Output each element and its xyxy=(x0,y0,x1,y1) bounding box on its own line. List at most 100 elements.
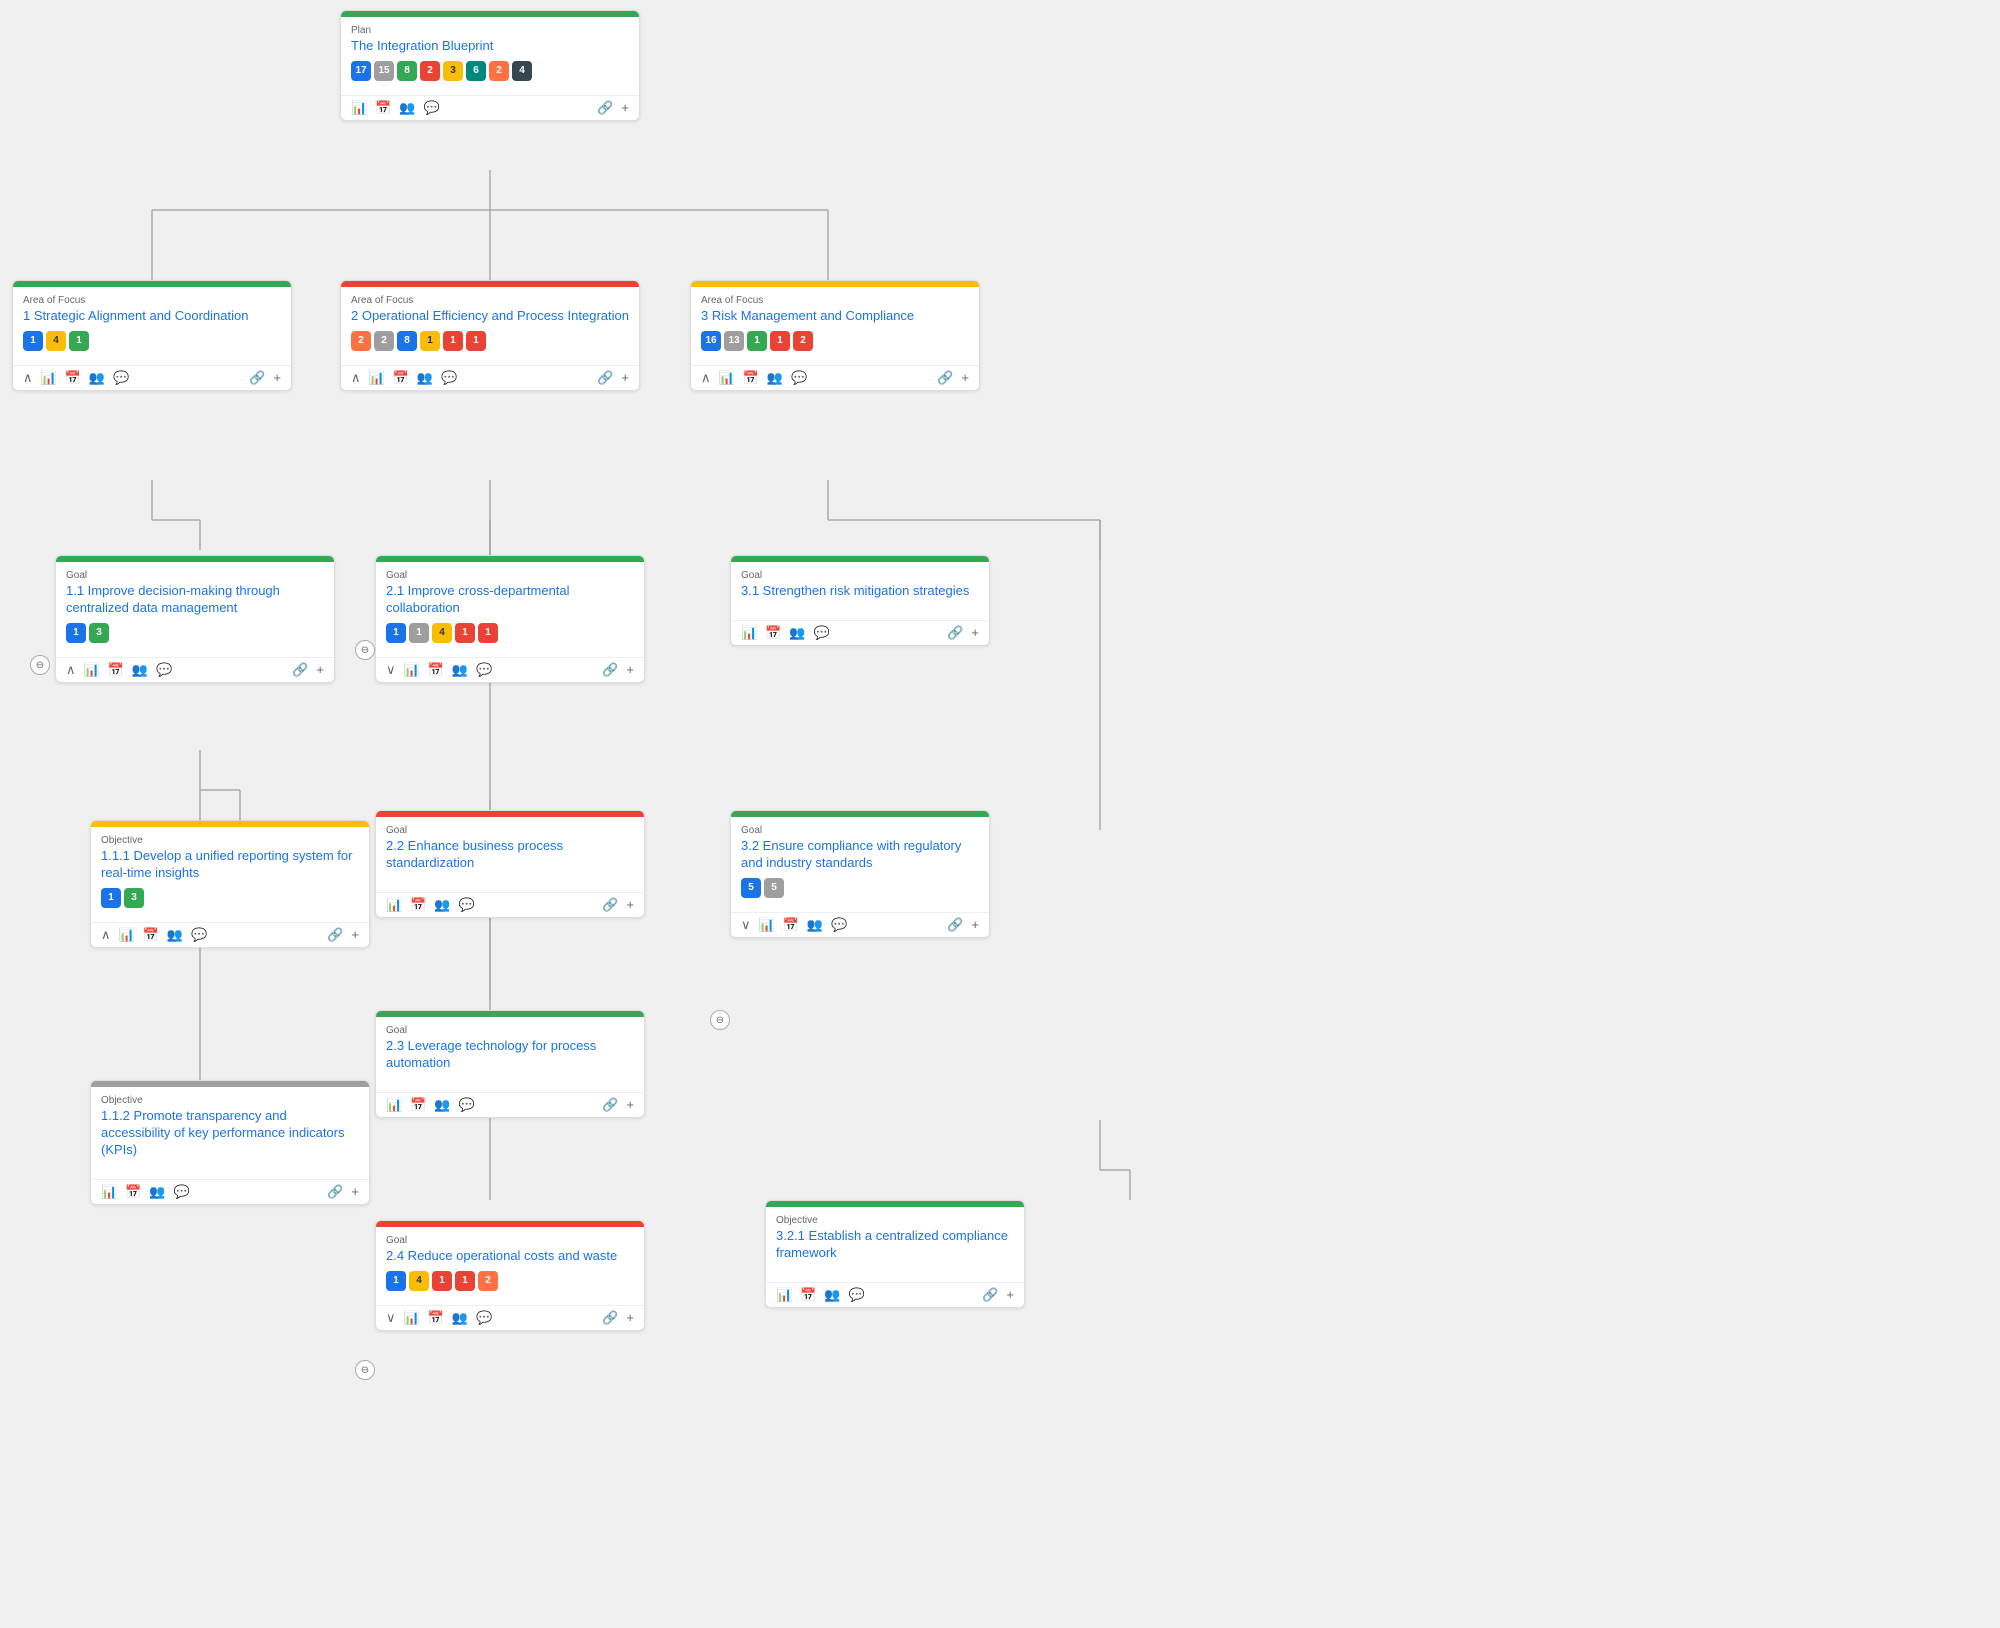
obj321-people-icon[interactable]: 👥 xyxy=(824,1287,840,1303)
obj112-people-icon[interactable]: 👥 xyxy=(149,1184,165,1200)
area2-chart-icon[interactable]: 📊 xyxy=(369,370,385,386)
goal21-chart-icon[interactable]: 📊 xyxy=(404,662,420,678)
goal11-people-icon[interactable]: 👥 xyxy=(132,662,148,678)
goal11-collapse[interactable]: ⊖ xyxy=(30,655,50,675)
goal24-chat-icon[interactable]: 💬 xyxy=(476,1310,492,1326)
goal22-calendar-icon[interactable]: 📅 xyxy=(410,897,426,913)
goal22-people-icon[interactable]: 👥 xyxy=(434,897,450,913)
area2-link-icon[interactable]: 🔗 xyxy=(597,370,613,386)
people-icon[interactable]: 👥 xyxy=(399,100,415,116)
goal24-people-icon[interactable]: 👥 xyxy=(452,1310,468,1326)
obj111-chart-icon[interactable]: 📊 xyxy=(119,927,135,943)
goal31-chat-icon[interactable]: 💬 xyxy=(814,625,830,641)
add-icon[interactable]: + xyxy=(621,100,629,115)
area1-add-icon[interactable]: + xyxy=(273,370,281,385)
obj112-title[interactable]: 1.1.2 Promote transparency and accessibi… xyxy=(101,1108,359,1159)
link-icon[interactable]: 🔗 xyxy=(597,100,613,116)
area1-calendar-icon[interactable]: 📅 xyxy=(65,370,81,386)
area3-add-icon[interactable]: + xyxy=(961,370,969,385)
goal11-add-icon[interactable]: + xyxy=(316,662,324,677)
area2-title[interactable]: 2 Operational Efficiency and Process Int… xyxy=(351,308,629,325)
goal21-link-icon[interactable]: 🔗 xyxy=(602,662,618,678)
goal31-chart-icon[interactable]: 📊 xyxy=(741,625,757,641)
goal23-link-icon[interactable]: 🔗 xyxy=(602,1097,618,1113)
goal23-calendar-icon[interactable]: 📅 xyxy=(410,1097,426,1113)
goal24-collapse[interactable]: ⊖ xyxy=(355,1360,375,1380)
area1-link-icon[interactable]: 🔗 xyxy=(249,370,265,386)
obj321-title[interactable]: 3.2.1 Establish a centralized compliance… xyxy=(776,1228,1014,1262)
area2-calendar-icon[interactable]: 📅 xyxy=(393,370,409,386)
chat-icon[interactable]: 💬 xyxy=(424,100,440,116)
goal32-calendar-icon[interactable]: 📅 xyxy=(783,917,799,933)
area2-add-icon[interactable]: + xyxy=(621,370,629,385)
goal11-link-icon[interactable]: 🔗 xyxy=(292,662,308,678)
goal22-link-icon[interactable]: 🔗 xyxy=(602,897,618,913)
obj111-chat-icon[interactable]: 💬 xyxy=(191,927,207,943)
obj321-chart-icon[interactable]: 📊 xyxy=(776,1287,792,1303)
goal24-calendar-icon[interactable]: 📅 xyxy=(428,1310,444,1326)
chart-icon[interactable]: 📊 xyxy=(351,100,367,116)
goal24-link-icon[interactable]: 🔗 xyxy=(602,1310,618,1326)
obj111-title[interactable]: 1.1.1 Develop a unified reporting system… xyxy=(101,848,359,882)
area2-chat-icon[interactable]: 💬 xyxy=(441,370,457,386)
goal21-collapse[interactable]: ⊖ xyxy=(355,640,375,660)
goal32-link-icon[interactable]: 🔗 xyxy=(947,917,963,933)
area3-link-icon[interactable]: 🔗 xyxy=(937,370,953,386)
area1-chat-icon[interactable]: 💬 xyxy=(113,370,129,386)
area3-people-icon[interactable]: 👥 xyxy=(767,370,783,386)
obj112-calendar-icon[interactable]: 📅 xyxy=(125,1184,141,1200)
goal32-chevron[interactable]: ∨ xyxy=(741,917,751,933)
goal22-chart-icon[interactable]: 📊 xyxy=(386,897,402,913)
goal32-title[interactable]: 3.2 Ensure compliance with regulatory an… xyxy=(741,838,979,872)
goal23-chart-icon[interactable]: 📊 xyxy=(386,1097,402,1113)
obj112-link-icon[interactable]: 🔗 xyxy=(327,1184,343,1200)
goal22-add-icon[interactable]: + xyxy=(626,897,634,912)
goal23-chat-icon[interactable]: 💬 xyxy=(459,1097,475,1113)
area1-chevron[interactable]: ∧ xyxy=(23,370,33,386)
obj111-chevron[interactable]: ∧ xyxy=(101,927,111,943)
obj112-add-icon[interactable]: + xyxy=(351,1184,359,1199)
goal11-chevron[interactable]: ∧ xyxy=(66,662,76,678)
goal31-title[interactable]: 3.1 Strengthen risk mitigation strategie… xyxy=(741,583,979,600)
calendar-icon[interactable]: 📅 xyxy=(375,100,391,116)
goal23-people-icon[interactable]: 👥 xyxy=(434,1097,450,1113)
goal32-chat-icon[interactable]: 💬 xyxy=(831,917,847,933)
area1-title[interactable]: 1 Strategic Alignment and Coordination xyxy=(23,308,281,325)
area1-chart-icon[interactable]: 📊 xyxy=(41,370,57,386)
goal11-calendar-icon[interactable]: 📅 xyxy=(108,662,124,678)
area2-people-icon[interactable]: 👥 xyxy=(417,370,433,386)
goal24-chevron[interactable]: ∨ xyxy=(386,1310,396,1326)
area1-people-icon[interactable]: 👥 xyxy=(89,370,105,386)
goal21-add-icon[interactable]: + xyxy=(626,662,634,677)
goal31-calendar-icon[interactable]: 📅 xyxy=(765,625,781,641)
area3-chevron[interactable]: ∧ xyxy=(701,370,711,386)
area3-chart-icon[interactable]: 📊 xyxy=(719,370,735,386)
obj112-chart-icon[interactable]: 📊 xyxy=(101,1184,117,1200)
goal31-people-icon[interactable]: 👥 xyxy=(789,625,805,641)
goal21-people-icon[interactable]: 👥 xyxy=(452,662,468,678)
obj111-calendar-icon[interactable]: 📅 xyxy=(143,927,159,943)
goal32-add-icon[interactable]: + xyxy=(971,917,979,932)
goal21-title[interactable]: 2.1 Improve cross-departmental collabora… xyxy=(386,583,634,617)
obj112-chat-icon[interactable]: 💬 xyxy=(174,1184,190,1200)
goal22-title[interactable]: 2.2 Enhance business process standardiza… xyxy=(386,838,634,872)
goal21-chevron[interactable]: ∨ xyxy=(386,662,396,678)
area2-chevron[interactable]: ∧ xyxy=(351,370,361,386)
obj111-people-icon[interactable]: 👥 xyxy=(167,927,183,943)
goal23-add-icon[interactable]: + xyxy=(626,1097,634,1112)
goal21-calendar-icon[interactable]: 📅 xyxy=(428,662,444,678)
obj321-add-icon[interactable]: + xyxy=(1006,1287,1014,1302)
goal11-chat-icon[interactable]: 💬 xyxy=(156,662,172,678)
goal11-title[interactable]: 1.1 Improve decision-making through cent… xyxy=(66,583,324,617)
goal24-chart-icon[interactable]: 📊 xyxy=(404,1310,420,1326)
area3-chat-icon[interactable]: 💬 xyxy=(791,370,807,386)
obj111-link-icon[interactable]: 🔗 xyxy=(327,927,343,943)
goal11-chart-icon[interactable]: 📊 xyxy=(84,662,100,678)
obj321-calendar-icon[interactable]: 📅 xyxy=(800,1287,816,1303)
obj321-chat-icon[interactable]: 💬 xyxy=(849,1287,865,1303)
goal31-add-icon[interactable]: + xyxy=(971,625,979,640)
goal22-chat-icon[interactable]: 💬 xyxy=(459,897,475,913)
goal32-people-icon[interactable]: 👥 xyxy=(807,917,823,933)
goal24-title[interactable]: 2.4 Reduce operational costs and waste xyxy=(386,1248,634,1265)
area3-calendar-icon[interactable]: 📅 xyxy=(743,370,759,386)
